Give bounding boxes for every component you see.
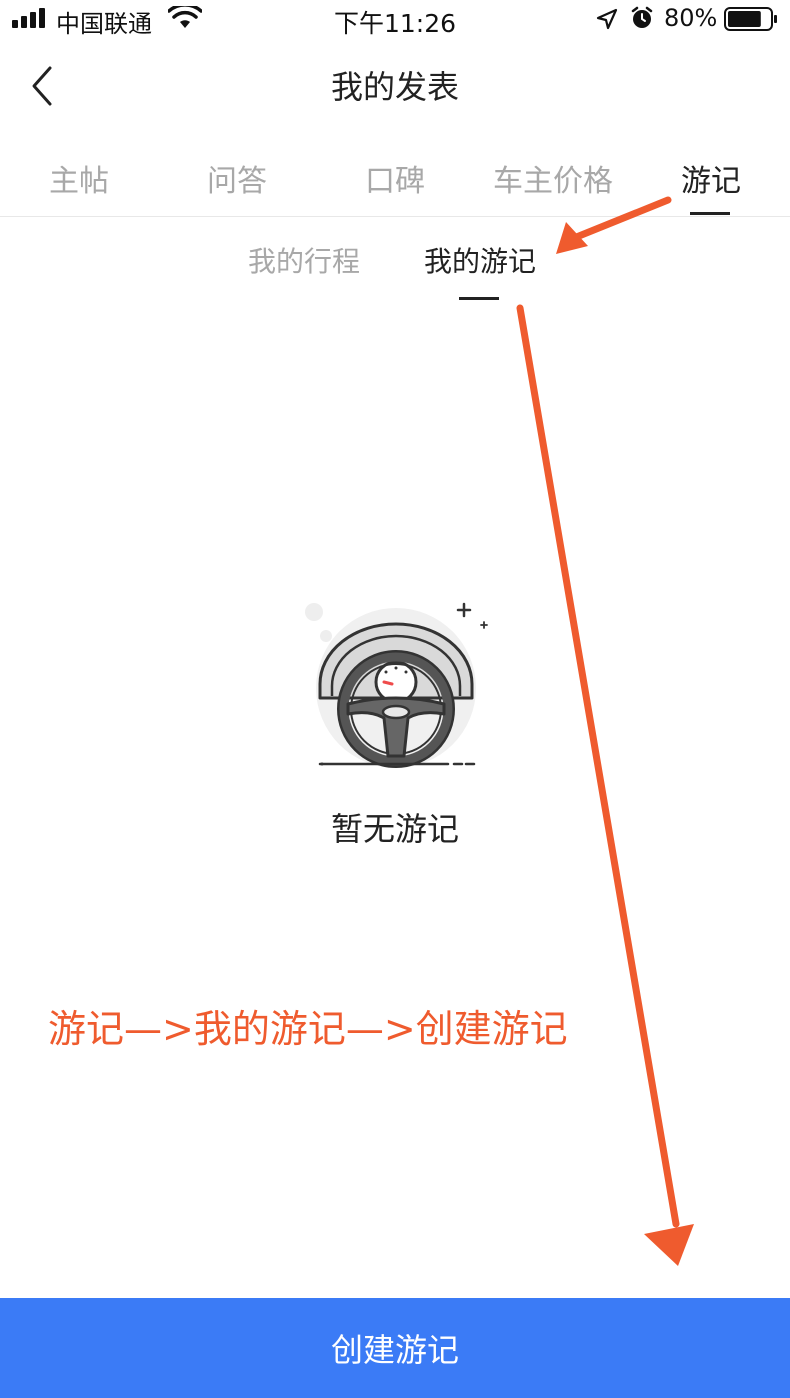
active-tab-indicator xyxy=(690,212,730,215)
page-title: 我的发表 xyxy=(330,68,459,106)
active-sub-tab-indicator xyxy=(459,297,499,300)
sub-tab-my-trips[interactable]: 我的行程 xyxy=(248,240,360,280)
tab-travelogue[interactable]: 游记 xyxy=(632,156,790,200)
battery-icon xyxy=(724,7,777,31)
tab-qa[interactable]: 问答 xyxy=(158,156,316,200)
tab-reviews[interactable]: 口碑 xyxy=(316,156,474,200)
main-tab-bar: 主帖 问答 口碑 车主价格 游记 xyxy=(0,140,790,217)
battery-percent: 80% xyxy=(664,4,718,32)
status-bar: 中国联通 下午11:26 80% xyxy=(0,0,790,40)
alarm-icon xyxy=(631,6,653,28)
location-icon xyxy=(596,8,618,30)
tab-main-posts[interactable]: 主帖 xyxy=(0,156,158,200)
annotation-text: 游记—>我的游记—>创建游记 xyxy=(48,1007,568,1051)
create-travelogue-button[interactable]: 创建游记 xyxy=(0,1298,790,1398)
empty-state-text: 暂无游记 xyxy=(330,810,459,848)
sub-tab-my-travelogues[interactable]: 我的游记 xyxy=(424,240,536,280)
annotation-arrow-to-button xyxy=(516,304,694,1266)
steering-wheel-icon xyxy=(305,602,488,768)
tab-owner-prices[interactable]: 车主价格 xyxy=(474,156,632,200)
